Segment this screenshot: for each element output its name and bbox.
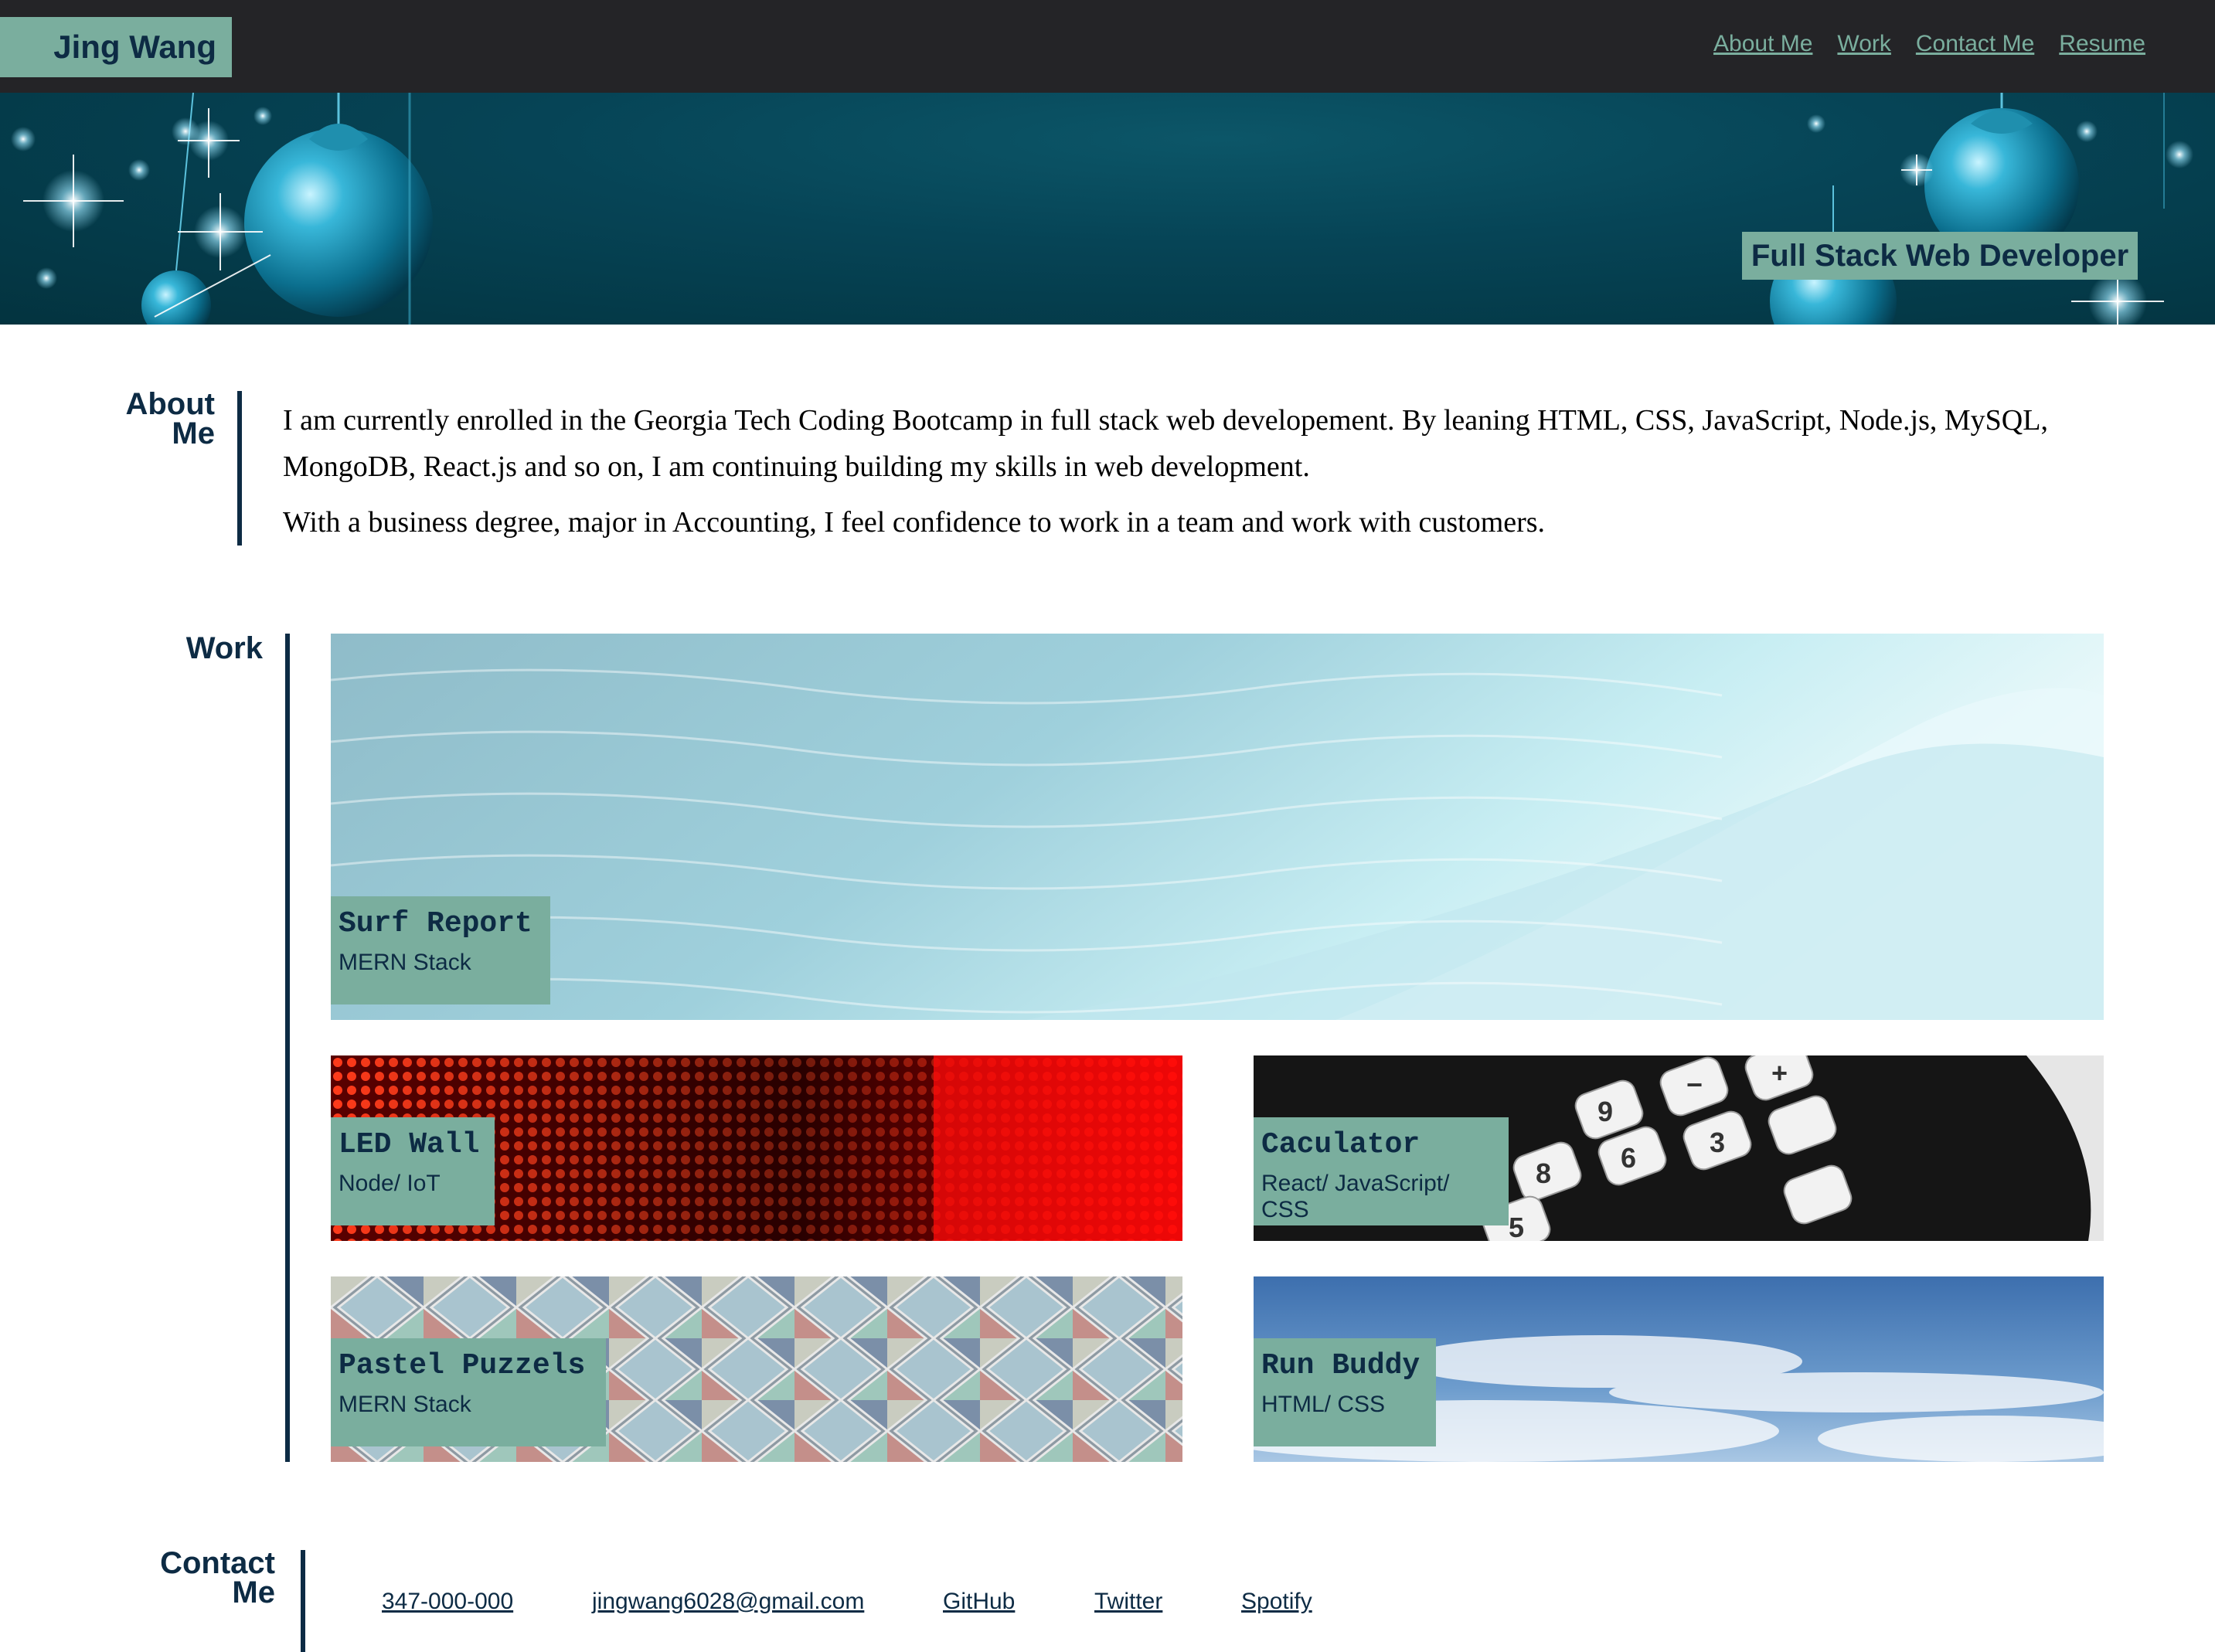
- hero-tagline: Full Stack Web Developer: [1742, 232, 2138, 280]
- hero-ornaments-image: [11, 93, 2193, 325]
- project-title: Pastel Puzzels: [339, 1349, 586, 1382]
- work-divider: [285, 634, 290, 1462]
- about-title-line2: Me: [172, 416, 215, 450]
- about-paragraph-1: I am currently enrolled in the Georgia T…: [283, 404, 2048, 483]
- nav-about-me[interactable]: About Me: [1713, 31, 1812, 57]
- contact-github-link[interactable]: GitHub: [943, 1589, 1015, 1615]
- project-stack: Node/ IoT: [339, 1171, 441, 1196]
- project-card-run-buddy[interactable]: Run Buddy HTML/ CSS: [1254, 1276, 2104, 1462]
- contact-twitter-link[interactable]: Twitter: [1094, 1589, 1162, 1615]
- work-section-title: Work: [185, 631, 263, 665]
- svg-text:+: +: [1771, 1057, 1788, 1089]
- contact-spotify-link[interactable]: Spotify: [1241, 1589, 1312, 1615]
- nav-resume[interactable]: Resume: [2059, 31, 2145, 57]
- brand-name[interactable]: Jing Wang: [0, 17, 232, 77]
- project-stack: MERN Stack: [339, 950, 471, 975]
- nav-work[interactable]: Work: [1837, 31, 1890, 57]
- project-title: Run Buddy: [1261, 1349, 1421, 1382]
- nav-contact-me[interactable]: Contact Me: [1916, 31, 2034, 57]
- project-label: Caculator React/ JavaScript/ CSS: [1254, 1117, 1509, 1225]
- project-title: Caculator: [1261, 1128, 1421, 1161]
- about-content: I am currently enrolled in the Georgia T…: [283, 397, 2084, 546]
- hero-banner: Full Stack Web Developer: [0, 93, 2215, 325]
- about-paragraph-2: With a business degree, major in Account…: [283, 506, 1546, 539]
- project-stack: HTML/ CSS: [1261, 1392, 1386, 1417]
- project-label: Pastel Puzzels MERN Stack: [331, 1338, 606, 1446]
- project-card-led-wall[interactable]: LED Wall Node/ IoT: [331, 1055, 1182, 1241]
- svg-text:3: 3: [1710, 1127, 1725, 1158]
- contact-phone-link[interactable]: 347-000-000: [382, 1589, 513, 1615]
- project-stack: MERN Stack: [339, 1392, 471, 1417]
- contact-title-line2: Me: [232, 1576, 275, 1610]
- project-title: LED Wall: [339, 1128, 480, 1161]
- main-nav: About Me Work Contact Me Resume: [1713, 31, 2145, 57]
- svg-text:9: 9: [1597, 1096, 1613, 1127]
- project-label: Surf Report MERN Stack: [331, 896, 550, 1004]
- svg-text:−: −: [1686, 1069, 1703, 1100]
- project-card-surf-report[interactable]: Surf Report MERN Stack: [331, 634, 2104, 1020]
- contact-divider: [301, 1550, 305, 1652]
- about-divider: [237, 391, 242, 546]
- contact-section-title: Contact Me: [116, 1548, 275, 1610]
- contact-email-link[interactable]: jingwang6028@gmail.com: [592, 1589, 864, 1615]
- about-section-title: About Me: [93, 389, 215, 450]
- project-stack: React/ JavaScript/ CSS: [1261, 1171, 1450, 1222]
- project-card-caculator[interactable]: 9 − + 8 6 3 5 Caculator React/ JavaScript/ C…: [1254, 1055, 2104, 1241]
- project-label: Run Buddy HTML/ CSS: [1254, 1338, 1436, 1446]
- project-title: Surf Report: [339, 907, 532, 940]
- svg-text:8: 8: [1536, 1157, 1551, 1189]
- project-label: LED Wall Node/ IoT: [331, 1117, 495, 1225]
- project-card-pastel-puzzels[interactable]: Pastel Puzzels MERN Stack: [331, 1276, 1182, 1462]
- top-navbar: Jing Wang About Me Work Contact Me Resum…: [0, 0, 2215, 93]
- svg-text:5: 5: [1509, 1212, 1524, 1241]
- svg-text:6: 6: [1621, 1142, 1636, 1174]
- ocean-wave-image: [331, 634, 2104, 1020]
